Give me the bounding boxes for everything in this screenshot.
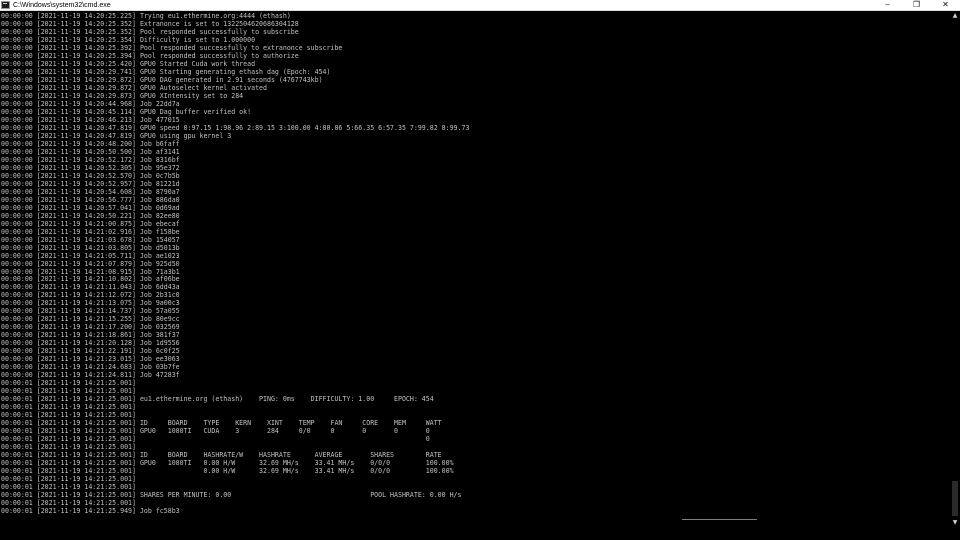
console-output[interactable]: 00:00:00 [2021-11-19 14:20:25.225] Tryin… [1, 12, 949, 528]
console-line: 00:00:00 [2021-11-19 14:21:20.128] Job 1… [1, 339, 180, 348]
console-line: 00:00:00 [2021-11-19 14:21:13.075] Job 9… [1, 299, 180, 308]
console-line: 00:00:00 [2021-11-19 14:21:03.805] Job d… [1, 243, 180, 252]
console-line: 00:00:00 [2021-11-19 14:21:03.678] Job 1… [1, 235, 180, 244]
console-line: 00:00:01 [2021-11-19 14:21:25.001] ID BO… [1, 451, 442, 460]
console-line: 00:00:01 [2021-11-19 14:21:25.001] [1, 483, 136, 492]
console-line: 00:00:00 [2021-11-19 14:20:57.041] Job 0… [1, 203, 180, 212]
window-controls: – ❐ ✕ [873, 0, 960, 11]
console-line: 00:00:00 [2021-11-19 14:21:14.737] Job 5… [1, 307, 180, 316]
console-line: 00:00:00 [2021-11-19 14:20:25.352] Pool … [1, 27, 299, 36]
console-line: 00:00:00 [2021-11-19 14:20:56.777] Job 8… [1, 195, 180, 204]
scroll-up-icon[interactable]: ▲ [950, 11, 960, 21]
console-line: 00:00:00 [2021-11-19 14:20:47.819] GPU0 … [1, 123, 470, 132]
console-line: 00:00:00 [2021-11-19 14:20:47.819] GPU0 … [1, 131, 232, 140]
vertical-scrollbar[interactable]: ▲ ▼ [950, 11, 960, 540]
console-line: 00:00:00 [2021-11-19 14:20:52.172] Job 8… [1, 155, 180, 164]
console-line: 00:00:00 [2021-11-19 14:21:18.861] Job 3… [1, 331, 180, 340]
console-line: 00:00:00 [2021-11-19 14:20:29.872] GPU0 … [1, 83, 267, 92]
maximize-button[interactable]: ❐ [902, 0, 931, 11]
console-line: 00:00:00 [2021-11-19 14:21:22.191] Job 6… [1, 347, 180, 356]
console-line: 00:00:00 [2021-11-19 14:21:08.915] Job 7… [1, 267, 180, 276]
console-line: 00:00:00 [2021-11-19 14:21:24.683] Job 0… [1, 363, 180, 372]
console-line: 00:00:01 [2021-11-19 14:21:25.001] [1, 443, 136, 452]
console-line: 00:00:01 [2021-11-19 14:21:25.001] [1, 387, 136, 396]
console-line: 00:00:00 [2021-11-19 14:20:29.872] GPU0 … [1, 75, 323, 84]
scroll-down-icon[interactable]: ▼ [950, 518, 960, 528]
console-line: 00:00:00 [2021-11-19 14:21:05.711] Job a… [1, 251, 180, 260]
console-line: 00:00:00 [2021-11-19 14:20:25.394] Pool … [1, 51, 299, 60]
console-line: 00:00:00 [2021-11-19 14:20:52.305] Job 9… [1, 163, 180, 172]
console-line: 00:00:00 [2021-11-19 14:20:25.225] Tryin… [1, 12, 291, 20]
console-line: 00:00:01 [2021-11-19 14:21:25.001] [1, 499, 136, 508]
console-line: 00:00:00 [2021-11-19 14:21:02.916] Job f… [1, 227, 180, 236]
console-line: 00:00:00 [2021-11-19 14:20:46.213] Job 4… [1, 115, 180, 124]
console-line: 00:00:01 [2021-11-19 14:21:25.001] 0 [1, 435, 430, 444]
console-line: 00:00:01 [2021-11-19 14:21:25.001] [1, 403, 136, 412]
console-line: 00:00:01 [2021-11-19 14:21:25.001] [1, 475, 136, 484]
console-line: 00:00:00 [2021-11-19 14:20:25.352] Extra… [1, 19, 299, 28]
console-line: 00:00:01 [2021-11-19 14:21:25.001] GPU0 … [1, 427, 430, 436]
console-line: 00:00:00 [2021-11-19 14:20:29.873] GPU0 … [1, 91, 244, 100]
console-line: 00:00:00 [2021-11-19 14:20:25.354] Diffi… [1, 35, 256, 44]
console-line: 00:00:00 [2021-11-19 14:21:07.879] Job 9… [1, 259, 180, 268]
console-line: 00:00:01 [2021-11-19 14:21:25.001] SHARE… [1, 491, 462, 500]
console-line: 00:00:00 [2021-11-19 14:20:50.500] Job a… [1, 147, 180, 156]
console-line: 00:00:00 [2021-11-19 14:21:10.802] Job a… [1, 275, 180, 284]
window-titlebar: C:\Windows\system32\cmd.exe – ❐ ✕ [0, 0, 960, 11]
minimize-button[interactable]: – [873, 0, 902, 11]
console-line: 00:00:00 [2021-11-19 14:20:54.608] Job 8… [1, 187, 180, 196]
console-line: 00:00:01 [2021-11-19 14:21:25.001] ID BO… [1, 419, 442, 428]
console-line: 00:00:00 [2021-11-19 14:21:12.072] Job 2… [1, 291, 180, 300]
console-line: 00:00:00 [2021-11-19 14:21:11.043] Job 6… [1, 283, 180, 292]
scrollbar-track[interactable] [952, 23, 958, 518]
console-line: 00:00:00 [2021-11-19 14:20:29.741] GPU0 … [1, 67, 331, 76]
console-line: 00:00:00 [2021-11-19 14:20:52.957] Job 8… [1, 179, 180, 188]
console-line: 00:00:01 [2021-11-19 14:21:25.001] 0.00 … [1, 467, 454, 476]
console-line: 00:00:00 [2021-11-19 14:20:52.570] Job 0… [1, 171, 180, 180]
console-line: 00:00:00 [2021-11-19 14:20:25.392] Pool … [1, 43, 343, 52]
console-line: 00:00:00 [2021-11-19 14:21:17.200] Job 0… [1, 323, 180, 332]
console-line: 00:00:00 [2021-11-19 14:21:00.875] Job e… [1, 219, 180, 228]
scrollbar-thumb[interactable] [952, 481, 958, 516]
console-line: 00:00:00 [2021-11-19 14:20:25.420] GPU0 … [1, 59, 256, 68]
console-line: 00:00:00 [2021-11-19 14:20:44.968] Job 2… [1, 99, 180, 108]
console-line: 00:00:00 [2021-11-19 14:21:24.811] Job 4… [1, 371, 180, 380]
console-line: 00:00:01 [2021-11-19 14:21:25.001] eu1.e… [1, 395, 434, 404]
console-line: 00:00:00 [2021-11-19 14:20:48.200] Job b… [1, 139, 180, 148]
window-title: C:\Windows\system32\cmd.exe [13, 1, 111, 9]
console-line: 00:00:00 [2021-11-19 14:20:50.221] Job 8… [1, 211, 180, 220]
console-line: 00:00:00 [2021-11-19 14:20:45.114] GPU0 … [1, 107, 252, 116]
console-line: 00:00:01 [2021-11-19 14:21:25.001] [1, 379, 136, 388]
close-button[interactable]: ✕ [931, 0, 960, 11]
console-line: 00:00:01 [2021-11-19 14:21:25.001] [1, 411, 136, 420]
console-line: 00:00:01 [2021-11-19 14:21:25.949] Job f… [1, 507, 180, 516]
console-line: 00:00:00 [2021-11-19 14:21:15.255] Job 8… [1, 315, 180, 324]
text-cursor-line [682, 519, 757, 520]
console-line: 00:00:01 [2021-11-19 14:21:25.001] GPU0 … [1, 459, 454, 468]
console-line: 00:00:00 [2021-11-19 14:21:23.015] Job e… [1, 355, 180, 364]
console-icon [1, 1, 10, 9]
